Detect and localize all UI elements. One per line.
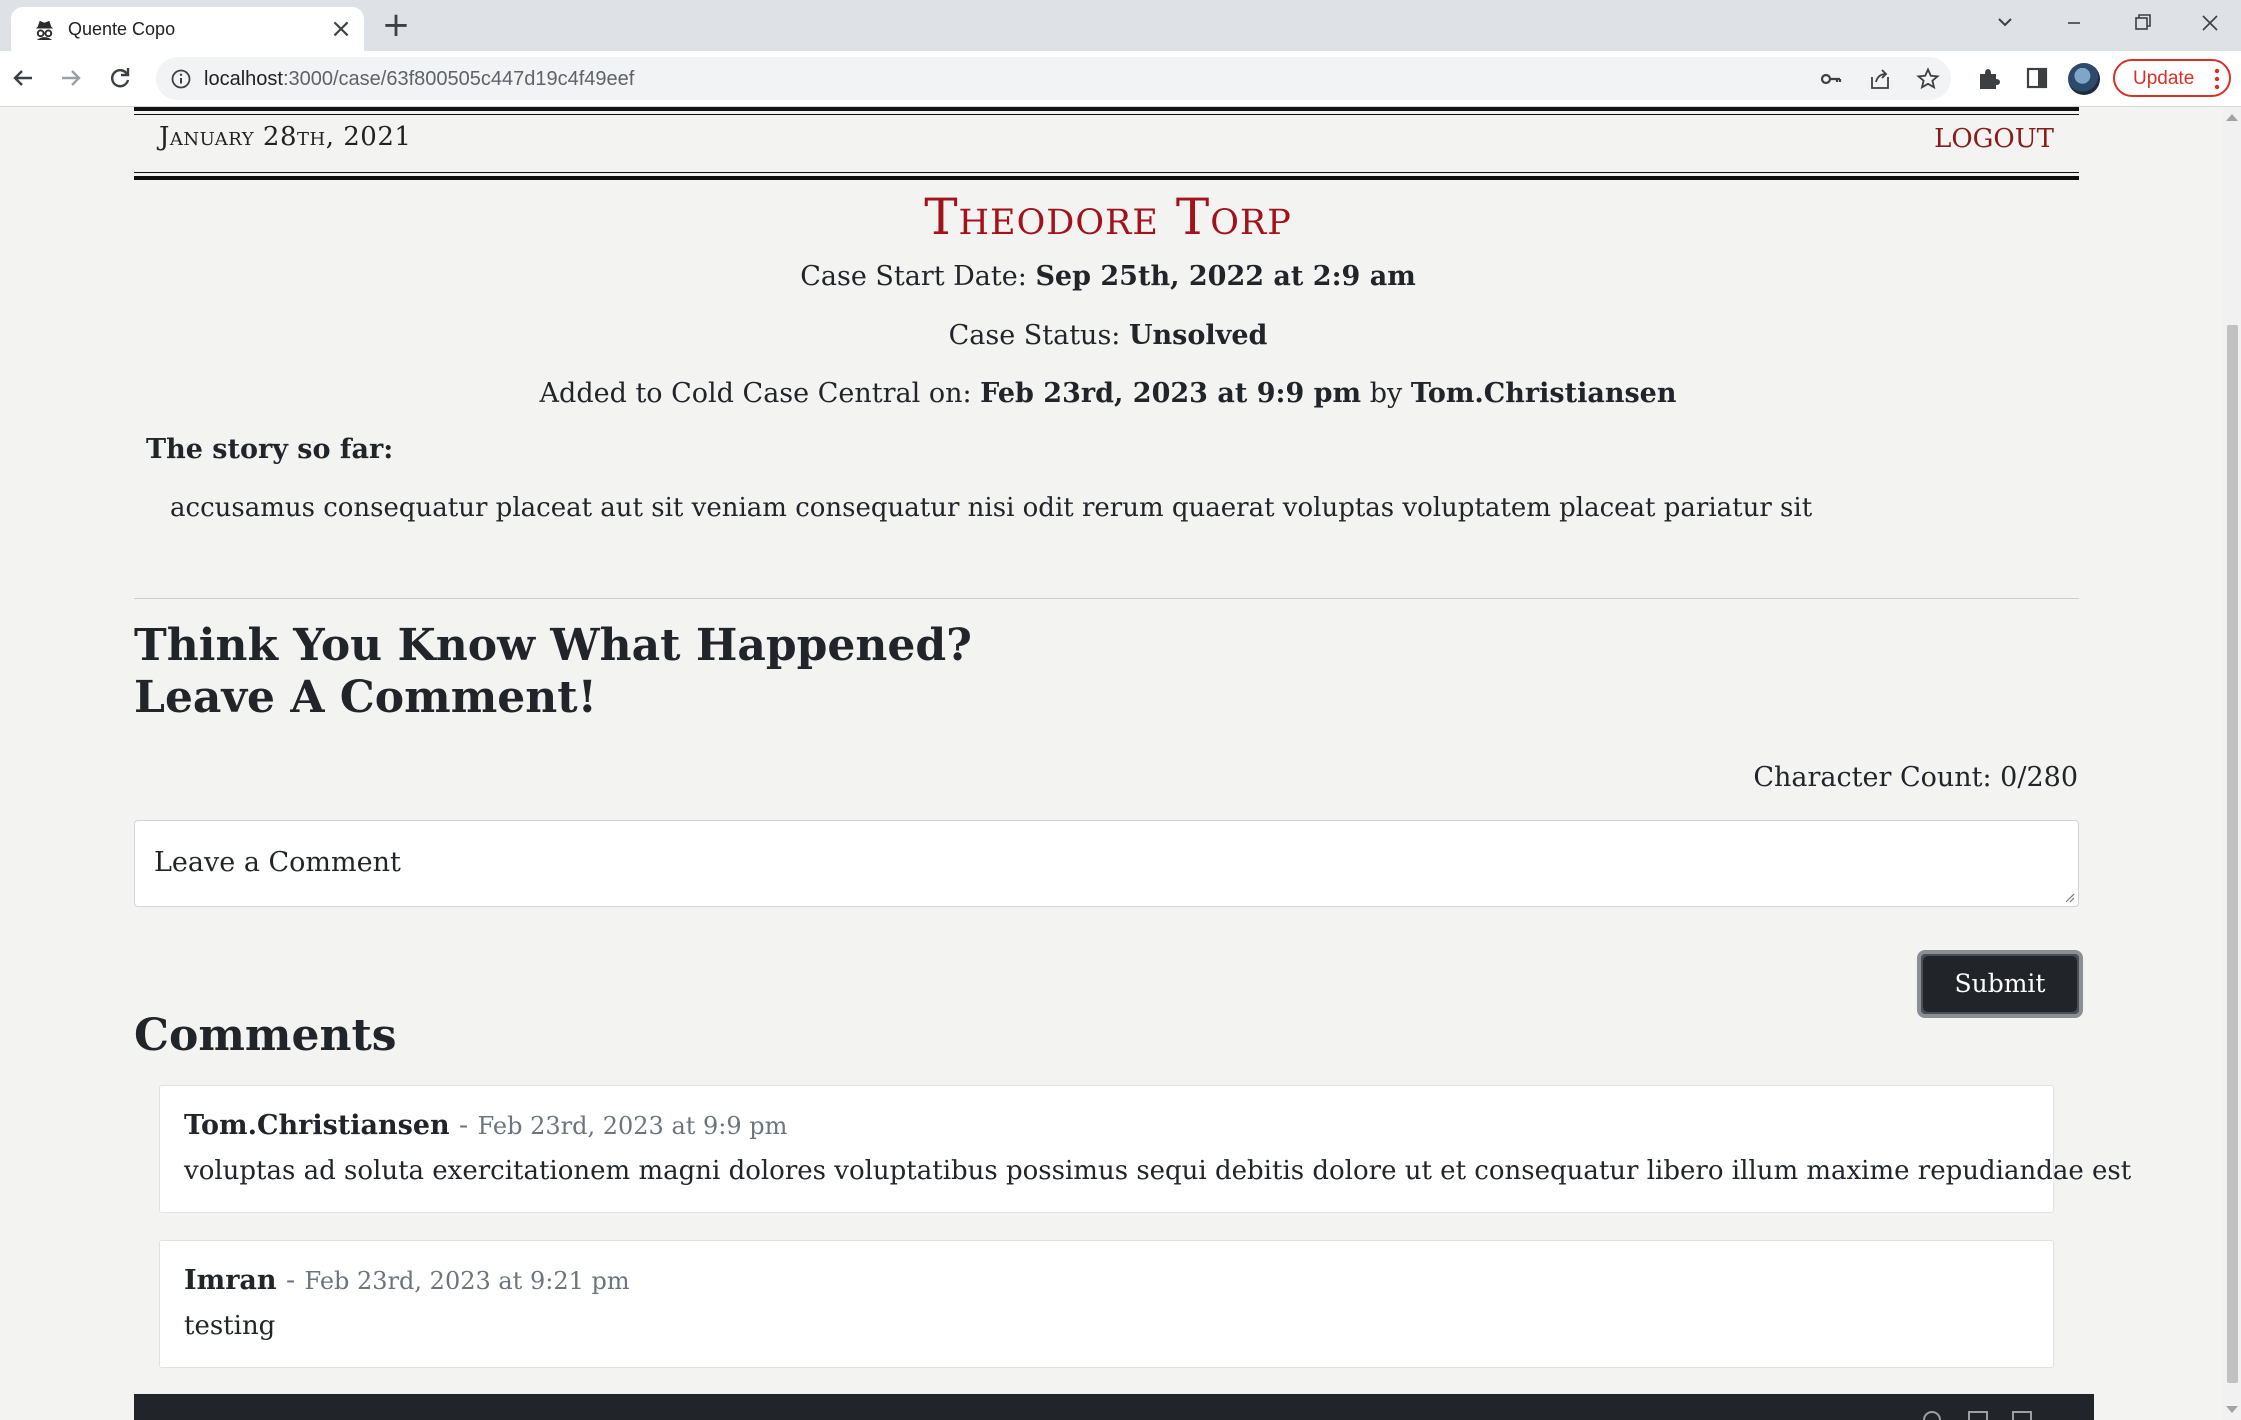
story-text: accusamus consequatur placeat aut sit ve… [170,493,1813,523]
case-status-label: Case Status: [948,320,1121,351]
masthead-bottom-rule [134,176,2079,180]
case-status: Case Status: Unsolved [0,320,2216,351]
scroll-down-arrow-icon[interactable] [2226,1406,2238,1413]
page-footer [134,1394,2094,1420]
bookmark-star-icon[interactable] [1916,67,1940,91]
masthead-top-rule [134,107,2079,111]
comment-heading-line2: Leave A Comment! [134,672,597,723]
side-panel-icon[interactable] [2024,65,2050,91]
tab-search-chevron-icon[interactable] [1985,6,2025,40]
comment-author: Imran [184,1265,277,1296]
case-added-info: Added to Cold Case Central on: Feb 23rd,… [0,378,2216,409]
profile-avatar[interactable] [2068,63,2100,95]
page-scrollbar-thumb[interactable] [2227,325,2238,1383]
extensions-puzzle-icon[interactable] [1975,65,2001,91]
comment-author-line: Tom.Christiansen - Feb 23rd, 2023 at 9:9… [184,1110,787,1141]
comment-text: voluptas ad soluta exercitationem magni … [184,1156,2132,1186]
comment-timestamp: Feb 23rd, 2023 at 9:9 pm [477,1112,788,1140]
comment-placeholder: Leave a Comment [154,847,401,878]
comment-card: Tom.Christiansen - Feb 23rd, 2023 at 9:9… [159,1085,2131,1213]
comment-card: Imran - Feb 23rd, 2023 at 9:21 pm testin… [159,1240,2054,1368]
back-arrow-icon[interactable] [8,63,38,93]
close-window-icon[interactable] [2190,6,2230,40]
close-tab-icon[interactable]: × [328,16,354,42]
resize-handle-icon[interactable] [2063,891,2075,903]
footer-social-icon[interactable] [2010,1410,2034,1420]
section-divider [134,598,2079,599]
comment-author-line: Imran - Feb 23rd, 2023 at 9:21 pm [184,1265,630,1296]
url-path: :3000/case/63f800505c447d19c4f49eef [282,68,635,90]
comment-separator: - [459,1110,469,1141]
url-text: localhost:3000/case/63f800505c447d19c4f4… [204,68,634,91]
comment-form-heading: Think You Know What Happened? Leave A Co… [134,620,972,724]
comment-author: Tom.Christiansen [184,1110,450,1141]
update-button[interactable]: Update [2113,59,2231,97]
browser-toolbar: localhost:3000/case/63f800505c447d19c4f4… [0,51,2241,107]
share-icon[interactable] [1868,67,1892,91]
tab-title: Quente Copo [68,19,176,39]
case-added-value: Feb 23rd, 2023 at 9:9 pm [980,378,1362,409]
case-start-value: Sep 25th, 2022 at 2:9 am [1035,261,1416,292]
case-title: Theodore Torp [924,188,1292,246]
detective-favicon-icon [35,20,54,41]
case-start-date: Case Start Date: Sep 25th, 2022 at 2:9 a… [0,261,2216,292]
reload-icon[interactable] [105,63,135,93]
masthead-date: January 28th, 2021 [159,122,412,152]
comment-textarea[interactable]: Leave a Comment [134,820,2079,907]
logout-link[interactable]: LOGOUT [1934,124,2054,154]
more-vert-icon [2214,68,2220,90]
restore-icon[interactable] [2122,6,2162,40]
comment-separator: - [285,1265,296,1296]
footer-social-icon[interactable] [1920,1410,1944,1420]
comment-text: testing [184,1311,276,1341]
minimize-icon[interactable] [2054,6,2094,40]
comments-heading: Comments [134,1010,397,1061]
case-added-by-label: by [1369,378,1403,409]
url-host: localhost [204,68,283,90]
update-label: Update [2133,68,2195,89]
scroll-up-arrow-icon[interactable] [2226,114,2238,121]
case-start-label: Case Start Date: [800,261,1027,292]
masthead-top-rule-thin [134,114,2079,115]
masthead-bottom-rule-thin [134,172,2079,173]
comment-timestamp: Feb 23rd, 2023 at 9:21 pm [304,1267,630,1295]
address-bar[interactable]: localhost:3000/case/63f800505c447d19c4f4… [156,57,1951,100]
site-info-icon[interactable] [170,68,192,90]
case-added-by: Tom.Christiansen [1410,378,1677,409]
story-label: The story so far: [146,434,394,465]
browser-tab[interactable]: Quente Copo × [11,7,364,51]
footer-social-icon[interactable] [1966,1410,1990,1420]
submit-button[interactable]: Submit [1917,950,2083,1018]
browser-tab-strip: Quente Copo × + [0,0,2241,51]
key-icon[interactable] [1819,67,1843,91]
comment-heading-line1: Think You Know What Happened? [134,620,972,671]
character-count: Character Count: 0/280 [1753,762,2078,793]
submit-label: Submit [1923,956,2077,1012]
case-added-label: Added to Cold Case Central on: [539,378,972,409]
new-tab-icon[interactable]: + [380,8,412,42]
forward-arrow-icon[interactable] [56,63,86,93]
case-status-value: Unsolved [1129,320,1268,351]
